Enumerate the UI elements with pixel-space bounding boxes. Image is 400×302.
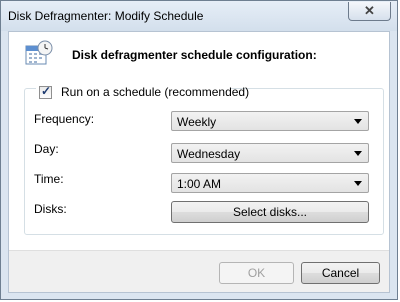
checkmark-icon: ✓ [41, 84, 52, 98]
run-on-schedule-checkbox[interactable]: ✓ Run on a schedule (recommended) [36, 84, 249, 100]
frequency-dropdown[interactable]: Weekly [171, 111, 369, 131]
time-value: 1:00 AM [177, 177, 222, 191]
close-button[interactable]: ✕ [348, 2, 391, 21]
dialog-content: Disk defragmenter schedule configuration… [8, 31, 390, 293]
chevron-down-icon [354, 151, 362, 156]
close-icon: ✕ [364, 3, 375, 18]
day-value: Wednesday [177, 147, 241, 161]
frequency-value: Weekly [177, 115, 217, 129]
calendar-clock-icon [25, 40, 53, 68]
chevron-down-icon [354, 119, 362, 124]
cancel-button[interactable]: Cancel [301, 262, 380, 284]
button-bar: OK Cancel [9, 251, 389, 292]
dialog-window: Disk Defragmenter: Modify Schedule ✕ Dis… [0, 0, 398, 300]
title-bar[interactable]: Disk Defragmenter: Modify Schedule ✕ [1, 1, 397, 31]
ok-button[interactable]: OK [219, 262, 294, 284]
schedule-heading: Disk defragmenter schedule configuration… [72, 48, 317, 62]
chevron-down-icon [354, 181, 362, 186]
day-dropdown[interactable]: Wednesday [171, 143, 369, 163]
time-label: Time: [34, 172, 64, 186]
run-on-schedule-label: Run on a schedule (recommended) [61, 85, 250, 99]
window-title: Disk Defragmenter: Modify Schedule [8, 9, 204, 23]
frequency-label: Frequency: [34, 112, 95, 126]
time-dropdown[interactable]: 1:00 AM [171, 173, 369, 193]
day-label: Day: [34, 142, 59, 156]
disks-label: Disks: [34, 202, 67, 216]
checkbox-box[interactable]: ✓ [39, 84, 52, 99]
select-disks-button[interactable]: Select disks... [171, 201, 369, 223]
